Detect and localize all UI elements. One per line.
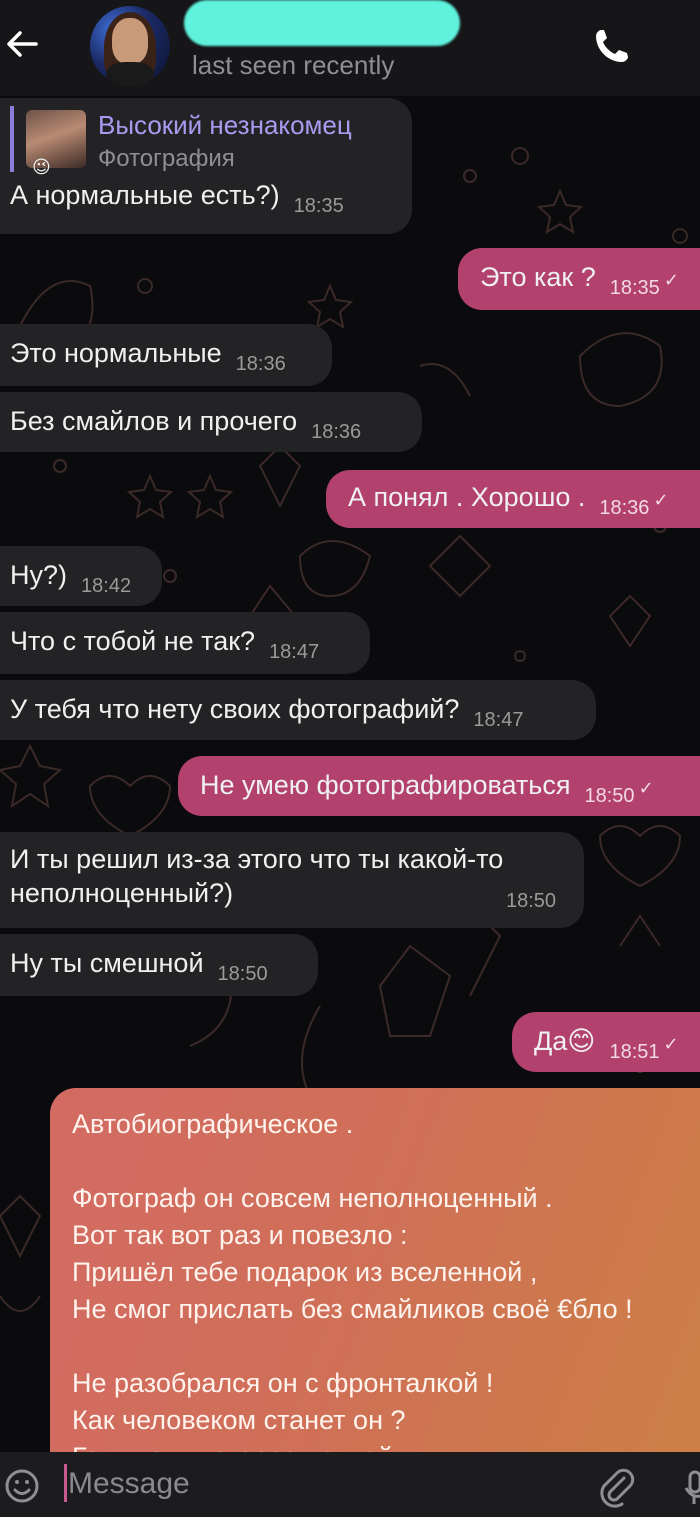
message-list[interactable]: 😉 Высокий незнакомец Фотография А нормал… bbox=[0, 96, 700, 1452]
message-bubble-incoming[interactable]: Ну?) 18:42 bbox=[0, 546, 162, 606]
message-text: Это как ? bbox=[480, 262, 596, 292]
message-bubble-outgoing[interactable]: Это как ? 18:35 ✓ bbox=[458, 248, 700, 310]
poem-stanza: Фотограф он совсем неполноценный . Вот т… bbox=[72, 1183, 633, 1324]
message-bubble-incoming[interactable]: У тебя что нету своих фотографий? 18:47 bbox=[0, 680, 596, 740]
message-text-line: И ты решил из-за этого что ты какой-то bbox=[10, 844, 504, 874]
message-bubble-outgoing[interactable]: Не умею фотографироваться 18:50 ✓ bbox=[178, 756, 700, 816]
message-text: А нормальные есть?) bbox=[10, 180, 280, 210]
smiley-icon[interactable] bbox=[2, 1466, 42, 1506]
microphone-icon[interactable] bbox=[684, 1464, 700, 1508]
reply-media-type: Фотография bbox=[98, 145, 235, 172]
checkmark-icon: ✓ bbox=[638, 778, 654, 798]
message-input[interactable] bbox=[68, 1462, 548, 1506]
message-bubble-incoming[interactable]: Ну ты смешной 18:50 bbox=[0, 934, 318, 996]
checkmark-icon: ✓ bbox=[663, 1034, 679, 1054]
message-time: 18:35 bbox=[609, 277, 660, 299]
message-text: Да😊 bbox=[534, 1026, 596, 1056]
checkmark-icon: ✓ bbox=[653, 490, 669, 510]
emoji-icon: 😉 bbox=[32, 157, 51, 177]
message-time: 18:36 bbox=[311, 421, 362, 443]
message-bubble-incoming[interactable]: Что с тобой не так? 18:47 bbox=[0, 612, 370, 674]
contact-avatar[interactable] bbox=[90, 6, 170, 86]
arrow-left-icon[interactable] bbox=[2, 22, 46, 66]
paperclip-icon[interactable] bbox=[594, 1464, 638, 1508]
message-bubble-incoming[interactable]: Без смайлов и прочего 18:36 bbox=[0, 392, 422, 452]
message-time: 18:50 bbox=[584, 785, 635, 807]
reply-preview[interactable]: 😉 Высокий незнакомец Фотография bbox=[10, 106, 402, 177]
message-time: 18:35 bbox=[293, 195, 344, 217]
message-time: 18:47 bbox=[269, 641, 320, 663]
message-text: Ну ты смешной bbox=[10, 948, 204, 978]
message-time: 18:50 bbox=[217, 963, 268, 985]
checkmark-icon: ✓ bbox=[663, 270, 679, 290]
message-bubble-outgoing[interactable]: А понял . Хорошо . 18:36 ✓ bbox=[326, 470, 700, 528]
message-bubble-outgoing[interactable]: Да😊 18:51 ✓ bbox=[512, 1012, 700, 1072]
message-composer bbox=[0, 1452, 700, 1517]
message-time: 18:50 bbox=[506, 890, 557, 912]
message-text: Не умею фотографироваться bbox=[200, 770, 571, 800]
phone-icon[interactable] bbox=[588, 22, 636, 70]
message-time: 18:36 bbox=[599, 497, 650, 519]
chat-header: last seen recently bbox=[0, 0, 700, 96]
poem-stanza: Не разобрался он с фронталкой ! Как чело… bbox=[72, 1368, 494, 1452]
message-text: Без смайлов и прочего bbox=[10, 406, 298, 436]
message-text: У тебя что нету своих фотографий? bbox=[10, 694, 460, 724]
message-time: 18:42 bbox=[81, 575, 132, 597]
reply-sender-name: Высокий незнакомец bbox=[98, 110, 352, 140]
message-time: 18:51 bbox=[609, 1041, 660, 1063]
message-bubble-outgoing-poem[interactable]: Автобиографическое . Фотограф он совсем … bbox=[50, 1088, 700, 1452]
message-text: Что с тобой не так? bbox=[10, 626, 256, 656]
message-time: 18:47 bbox=[473, 709, 524, 731]
contact-name-redacted[interactable] bbox=[184, 0, 460, 46]
last-seen-status: last seen recently bbox=[192, 50, 395, 80]
message-bubble-incoming[interactable]: 😉 Высокий незнакомец Фотография А нормал… bbox=[0, 98, 412, 234]
message-text-line: неполноценный?) bbox=[10, 878, 234, 908]
poem-title: Автобиографическое . bbox=[72, 1109, 354, 1139]
message-text: Это нормальные bbox=[10, 338, 222, 368]
message-bubble-incoming[interactable]: И ты решил из-за этого что ты какой-то н… bbox=[0, 832, 584, 928]
message-text: А понял . Хорошо . bbox=[348, 482, 586, 512]
message-time: 18:36 bbox=[235, 353, 286, 375]
message-bubble-incoming[interactable]: Это нормальные 18:36 bbox=[0, 324, 332, 386]
message-text: Ну?) bbox=[10, 560, 68, 590]
text-caret bbox=[64, 1464, 67, 1502]
